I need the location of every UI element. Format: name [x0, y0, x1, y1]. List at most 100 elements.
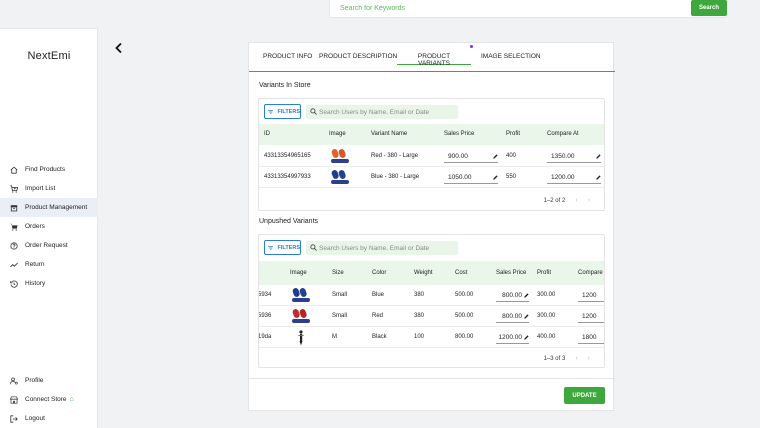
tab-product-description[interactable]: PRODUCT DESCRIPTION: [319, 53, 397, 64]
column-header[interactable]: Size: [332, 270, 344, 276]
top-bar: Search: [98, 0, 760, 22]
sidebar: NextEmi Find Products Import List Produc…: [0, 28, 98, 428]
question-icon: [9, 241, 19, 251]
sidebar-item-profile[interactable]: Profile: [0, 371, 98, 390]
table-row: 5936 Small Red 380 500.00 800.00 300.00 …: [259, 306, 604, 327]
table-header: Image Size Color Weight Cost Sales Price…: [259, 261, 604, 285]
profit-value: 550: [506, 174, 517, 180]
variant-id: 43313354965165: [264, 153, 311, 159]
prev-page-icon[interactable]: ‹: [575, 355, 577, 362]
sales-price-value: 1200.00: [498, 334, 523, 341]
sidebar-item-connect-store[interactable]: Connect Store ⌂: [0, 390, 98, 409]
size-value: M: [332, 334, 337, 340]
search-button[interactable]: Search: [691, 0, 727, 16]
pencil-icon[interactable]: [493, 175, 498, 180]
pencil-icon[interactable]: [493, 154, 498, 159]
pencil-icon[interactable]: [524, 335, 529, 340]
sidebar-item-label: Connect Store: [25, 396, 67, 403]
column-header[interactable]: Compare: [578, 270, 603, 276]
column-header[interactable]: Image: [329, 131, 346, 137]
product-thumbnail: [331, 170, 349, 184]
prev-page-icon[interactable]: ‹: [575, 197, 577, 204]
sidebar-item-label: Import List: [25, 185, 56, 192]
weight-value: 100: [414, 334, 425, 340]
app-logo: NextEmi: [27, 50, 71, 62]
tab-bar: PRODUCT INFO PRODUCT DESCRIPTION PRODUCT…: [249, 43, 615, 72]
logout-icon: [9, 414, 19, 424]
tab-product-variants[interactable]: PRODUCT VARIANTS: [397, 53, 471, 67]
sales-price-field[interactable]: 1200.00: [496, 330, 529, 344]
box-icon: [9, 203, 19, 213]
sales-price-value: 900.00: [448, 153, 468, 160]
pagination-label: 1–3 of 3: [543, 355, 566, 362]
filters-button[interactable]: FILTERS: [264, 240, 301, 255]
sidebar-item-find-products[interactable]: Find Products: [0, 160, 98, 179]
table-row: 43313354997933 Blue - 380 - Large 1050.0…: [259, 167, 604, 188]
column-header[interactable]: Image: [290, 270, 307, 276]
compare-at-field[interactable]: 1200.00: [547, 170, 601, 184]
footer-divider: [249, 378, 615, 379]
column-header[interactable]: Color: [372, 270, 386, 276]
profit-value: 400.00: [537, 334, 556, 340]
update-button[interactable]: UPDATE: [564, 387, 605, 404]
weight-value: 380: [414, 292, 425, 298]
pencil-icon[interactable]: [596, 154, 601, 159]
unpushed-variants-table: FILTERS Image Size Color Weight Cost Sal…: [258, 234, 605, 368]
product-editor-card: PRODUCT INFO PRODUCT DESCRIPTION PRODUCT…: [248, 42, 615, 411]
tab-image-selection[interactable]: IMAGE SELECTION: [481, 53, 541, 64]
column-header[interactable]: Profit: [506, 131, 520, 137]
filter-icon: [268, 109, 274, 114]
sidebar-item-logout[interactable]: Logout: [0, 409, 98, 428]
column-header[interactable]: Profit: [537, 270, 551, 276]
table-search-input[interactable]: [319, 241, 455, 255]
compare-field[interactable]: 1200: [578, 309, 604, 323]
sales-price-field[interactable]: 900.00: [444, 149, 498, 163]
history-icon: [9, 279, 19, 289]
sidebar-item-product-management[interactable]: Product Management: [0, 198, 98, 217]
sidebar-item-import-list[interactable]: Import List: [0, 179, 98, 198]
back-arrow-icon[interactable]: [114, 42, 124, 54]
column-header[interactable]: Compare At: [547, 131, 579, 137]
sidebar-item-history[interactable]: History: [0, 274, 98, 293]
sales-price-field[interactable]: 800.00: [496, 309, 529, 323]
column-header[interactable]: Weight: [414, 270, 433, 276]
tab-product-info[interactable]: PRODUCT INFO: [263, 53, 312, 64]
pagination: 1–3 of 3 ‹ ›: [544, 355, 590, 362]
sidebar-item-label: Product Management: [25, 204, 88, 211]
column-header[interactable]: Sales Price: [444, 131, 474, 137]
column-header[interactable]: Sales Price: [496, 270, 526, 276]
home-icon: [9, 165, 19, 175]
sales-price-field[interactable]: 800.00: [496, 288, 529, 302]
compare-field[interactable]: 1800: [578, 330, 604, 344]
pencil-icon[interactable]: [524, 314, 529, 319]
product-thumbnail: [292, 309, 310, 323]
sidebar-item-label: Orders: [25, 223, 45, 230]
compare-at-field[interactable]: 1350.00: [547, 149, 601, 163]
compare-value: 1800: [582, 334, 597, 341]
column-header[interactable]: Variant Name: [371, 131, 407, 137]
next-page-icon[interactable]: ›: [588, 197, 590, 204]
filters-button[interactable]: FILTERS: [264, 104, 301, 119]
pagination: 1–2 of 2 ‹ ›: [544, 197, 590, 204]
sales-price-field[interactable]: 1050.00: [444, 170, 498, 184]
next-page-icon[interactable]: ›: [588, 355, 590, 362]
compare-value: 1200: [582, 313, 597, 320]
pencil-icon[interactable]: [596, 175, 601, 180]
column-header[interactable]: ID: [264, 131, 270, 137]
product-thumbnail: [298, 330, 304, 346]
pencil-icon[interactable]: [524, 293, 529, 298]
variant-name: Red - 380 - Large: [371, 153, 419, 159]
cart-icon: [9, 222, 19, 232]
store-icon: [9, 395, 19, 405]
keyword-search-input[interactable]: [330, 0, 688, 17]
profit-value: 300.00: [537, 313, 556, 319]
sidebar-item-order-request[interactable]: Order Request: [0, 236, 98, 255]
profit-value: 300.00: [537, 292, 556, 298]
table-search-input[interactable]: [319, 105, 455, 119]
compare-field[interactable]: 1200: [578, 288, 604, 302]
sidebar-item-return[interactable]: Return: [0, 255, 98, 274]
sidebar-item-orders[interactable]: Orders: [0, 217, 98, 236]
sidebar-item-label: Profile: [25, 377, 44, 384]
table-row: 43313354965165 Red - 380 - Large 900.00 …: [259, 146, 604, 167]
column-header[interactable]: Cost: [455, 270, 467, 276]
